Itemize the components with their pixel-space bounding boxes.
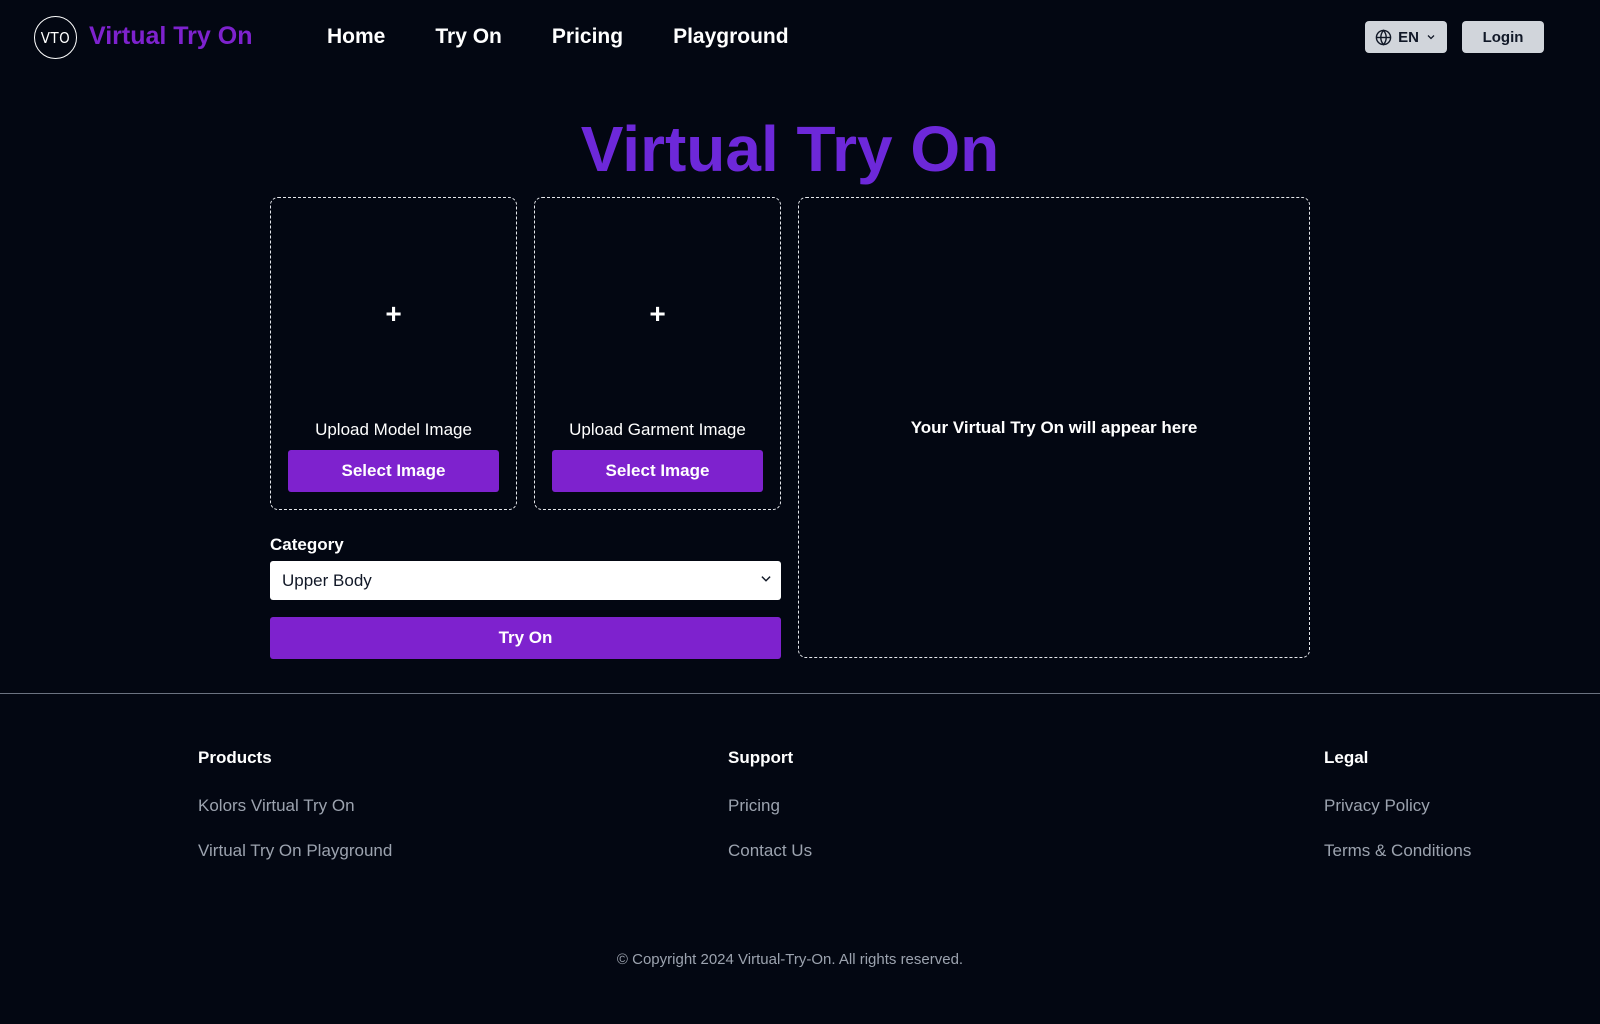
footer-support-heading: Support <box>728 748 794 767</box>
footer-legal-heading: Legal <box>1324 748 1369 767</box>
select-model-image-button[interactable]: Select Image <box>288 450 499 492</box>
model-upload-label: Upload Model Image <box>315 420 472 439</box>
logo-text: VTO <box>40 28 71 47</box>
footer-link-privacy[interactable]: Privacy Policy <box>1324 796 1471 816</box>
nav-playground[interactable]: Playground <box>673 25 789 49</box>
nav-pricing[interactable]: Pricing <box>552 25 623 49</box>
chevron-down-icon <box>1427 35 1435 40</box>
category-value: Upper Body <box>282 570 372 590</box>
footer-link-kolors[interactable]: Kolors Virtual Try On <box>198 796 392 816</box>
site-header: VTO Virtual Try On Home Try On Pricing P… <box>0 0 1600 74</box>
footer-link-pricing[interactable]: Pricing <box>728 796 812 816</box>
try-on-button[interactable]: Try On <box>270 617 781 659</box>
plus-icon: + <box>385 298 402 329</box>
footer-link-terms[interactable]: Terms & Conditions <box>1324 841 1471 861</box>
footer-products: Products Kolors Virtual Try On Virtual T… <box>198 748 392 886</box>
footer-support: Support Pricing Contact Us <box>728 748 812 886</box>
category-label: Category <box>270 535 344 554</box>
footer-link-playground[interactable]: Virtual Try On Playground <box>198 841 392 861</box>
result-panel: Your Virtual Try On will appear here <box>798 197 1310 658</box>
brand-name[interactable]: Virtual Try On <box>89 22 252 51</box>
model-upload-card[interactable]: + Upload Model Image Select Image <box>270 197 517 510</box>
garment-upload-card[interactable]: + Upload Garment Image Select Image <box>534 197 781 510</box>
globe-icon <box>1375 28 1392 46</box>
logo[interactable]: VTO <box>34 16 77 59</box>
select-garment-image-button[interactable]: Select Image <box>552 450 763 492</box>
garment-upload-label: Upload Garment Image <box>569 420 746 439</box>
footer-legal: Legal Privacy Policy Terms & Conditions <box>1324 748 1471 886</box>
category-select[interactable]: Upper Body <box>270 561 781 600</box>
nav-try-on[interactable]: Try On <box>435 25 502 49</box>
copyright: © Copyright 2024 Virtual-Try-On. All rig… <box>616 951 964 968</box>
plus-icon: + <box>649 298 666 329</box>
footer-products-heading: Products <box>198 748 272 767</box>
footer-divider <box>0 693 1600 694</box>
page-title: Virtual Try On <box>580 113 1000 185</box>
main-nav: Home Try On Pricing Playground <box>327 25 839 49</box>
language-code: EN <box>1398 28 1419 46</box>
result-placeholder: Your Virtual Try On will appear here <box>910 417 1198 437</box>
footer-link-contact[interactable]: Contact Us <box>728 841 812 861</box>
language-selector[interactable]: EN <box>1365 21 1447 53</box>
chevron-down-icon <box>761 576 771 582</box>
nav-home[interactable]: Home <box>327 25 385 49</box>
login-button[interactable]: Login <box>1462 21 1544 53</box>
